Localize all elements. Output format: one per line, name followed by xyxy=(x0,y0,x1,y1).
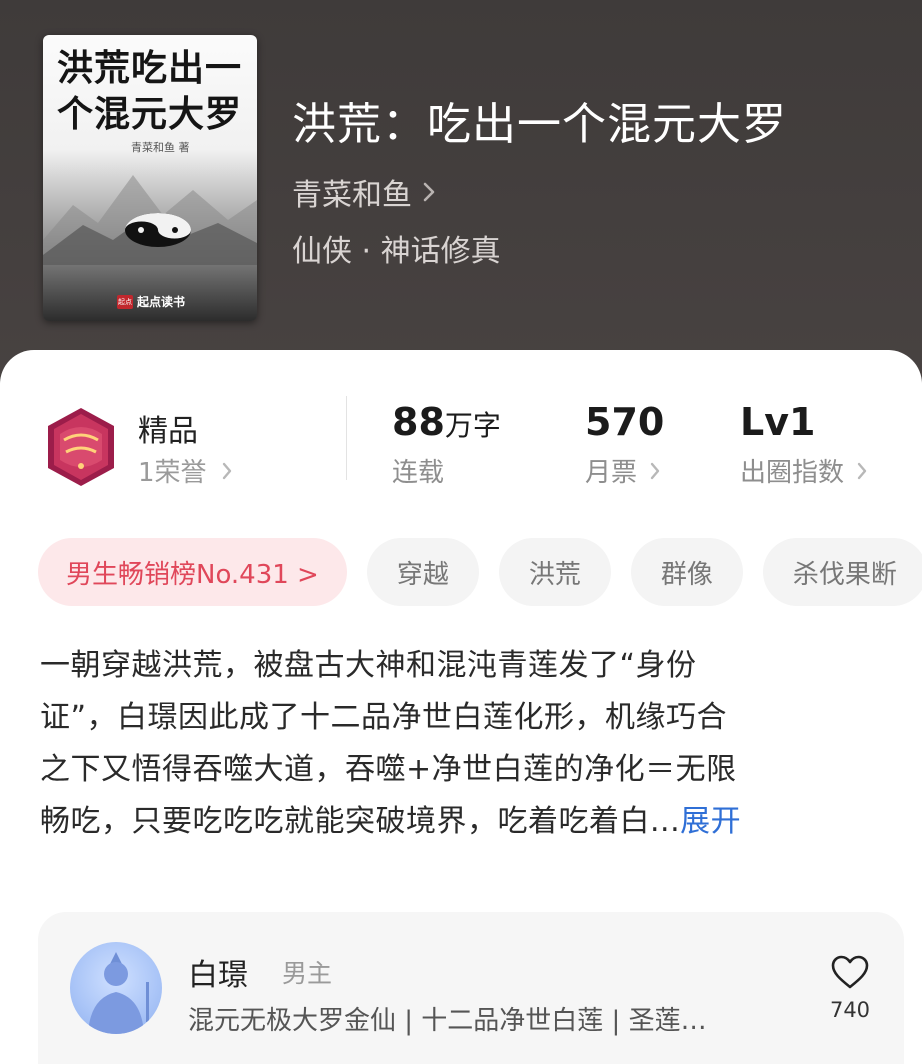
character-silhouette-icon xyxy=(88,952,149,1034)
honor-count: 1荣誉 xyxy=(138,458,207,488)
heart-icon xyxy=(831,955,869,989)
chevron-right-icon xyxy=(222,462,231,479)
tag-item[interactable]: 穿越 xyxy=(366,538,479,606)
book-cover[interactable]: 洪荒吃出一 个混元大罗 青菜和鱼 著 起点 起点读书 xyxy=(43,35,257,321)
character-avatar[interactable] xyxy=(70,942,162,1034)
stat-monthly-tickets[interactable]: 570 月票 xyxy=(585,400,664,489)
character-description: 混元无极大罗金仙 | 十二品净世白莲 | 圣莲… xyxy=(188,1006,707,1036)
tag-item[interactable]: 杀伐果断 xyxy=(762,538,922,606)
honor-link[interactable]: 1荣誉 xyxy=(138,452,233,489)
description-line: 之下又悟得吞噬大道，吞噬+净世白莲的净化＝无限 xyxy=(40,752,737,787)
book-genre[interactable]: 仙侠 · 神话修真 xyxy=(292,226,501,270)
tag-rank[interactable]: 男生畅销榜No.431 > xyxy=(38,538,347,606)
like-button[interactable]: 740 xyxy=(828,954,872,1022)
word-count-label: 连载 xyxy=(392,452,501,489)
like-count: 740 xyxy=(829,998,871,1022)
word-count-value: 88万字 xyxy=(392,400,501,444)
tag-item[interactable]: 洪荒 xyxy=(498,538,611,606)
book-title: 洪荒：吃出一个混元大罗 xyxy=(292,99,787,150)
cover-publisher: 起点 起点读书 xyxy=(117,293,185,310)
stat-word-count: 88万字 连载 xyxy=(392,400,501,489)
publisher-logo: 起点 xyxy=(117,294,133,309)
circle-index-value: Lv1 xyxy=(740,400,816,444)
monthly-tickets-value: 570 xyxy=(585,400,665,444)
description-line-last: 畅吃，只要吃吃吃就能突破境界，吃着吃着白...展开 xyxy=(40,796,880,848)
premium-title: 精品 xyxy=(138,414,198,449)
cover-title-line-1: 洪荒吃出一 xyxy=(57,47,243,89)
description-line: 一朝穿越洪荒，被盘古大神和混沌青莲发了“身份 xyxy=(40,648,697,683)
monthly-tickets-label: 月票 xyxy=(585,452,664,489)
cover-title: 洪荒吃出一 个混元大罗 xyxy=(57,45,247,137)
author-name: 青菜和鱼 xyxy=(292,178,412,213)
stats-divider xyxy=(346,396,347,480)
character-role: 男主 xyxy=(282,959,333,988)
character-name: 白璟 xyxy=(188,958,248,993)
premium-badge-icon[interactable] xyxy=(40,406,122,488)
stat-circle-index[interactable]: Lv1 出圈指数 xyxy=(740,400,868,489)
publisher-name: 起点读书 xyxy=(137,295,186,309)
word-count-unit: 万字 xyxy=(444,409,501,442)
chevron-right-icon xyxy=(423,182,435,202)
monthly-tickets-label-text: 月票 xyxy=(585,458,638,488)
serialization-status: 连载 xyxy=(392,458,445,488)
book-detail-card: 精品 1荣誉 88万字 连载 570 月票 Lv1 出圈指数 男生畅销榜No.4… xyxy=(0,350,922,1064)
expand-link[interactable]: 展开 xyxy=(680,804,741,839)
circle-index-label: 出圈指数 xyxy=(740,452,868,489)
chevron-right-icon xyxy=(650,462,660,479)
description-line: 证”，白璟因此成了十二品净世白莲化形，机缘巧合 xyxy=(40,700,728,735)
tag-list: 男生畅销榜No.431 > 穿越 洪荒 群像 杀伐果断 xyxy=(38,538,922,608)
character-card[interactable]: 白璟 男主 混元无极大罗金仙 | 十二品净世白莲 | 圣莲… 740 xyxy=(38,912,904,1064)
word-count-number: 88 xyxy=(392,400,445,444)
yin-yang-icon xyxy=(125,213,191,247)
author-link[interactable]: 青菜和鱼 xyxy=(292,170,436,214)
description-line-text: 畅吃，只要吃吃吃就能突破境界，吃着吃着白... xyxy=(40,804,681,839)
circle-index-label-text: 出圈指数 xyxy=(740,458,845,488)
cover-title-line-2: 个混元大罗 xyxy=(57,93,243,135)
book-description[interactable]: 一朝穿越洪荒，被盘古大神和混沌青莲发了“身份 证”，白璟因此成了十二品净世白莲化… xyxy=(40,640,880,848)
stats-row: 精品 1荣誉 88万字 连载 570 月票 Lv1 出圈指数 xyxy=(0,350,922,520)
chevron-right-icon xyxy=(857,462,867,479)
tag-item[interactable]: 群像 xyxy=(630,538,743,606)
